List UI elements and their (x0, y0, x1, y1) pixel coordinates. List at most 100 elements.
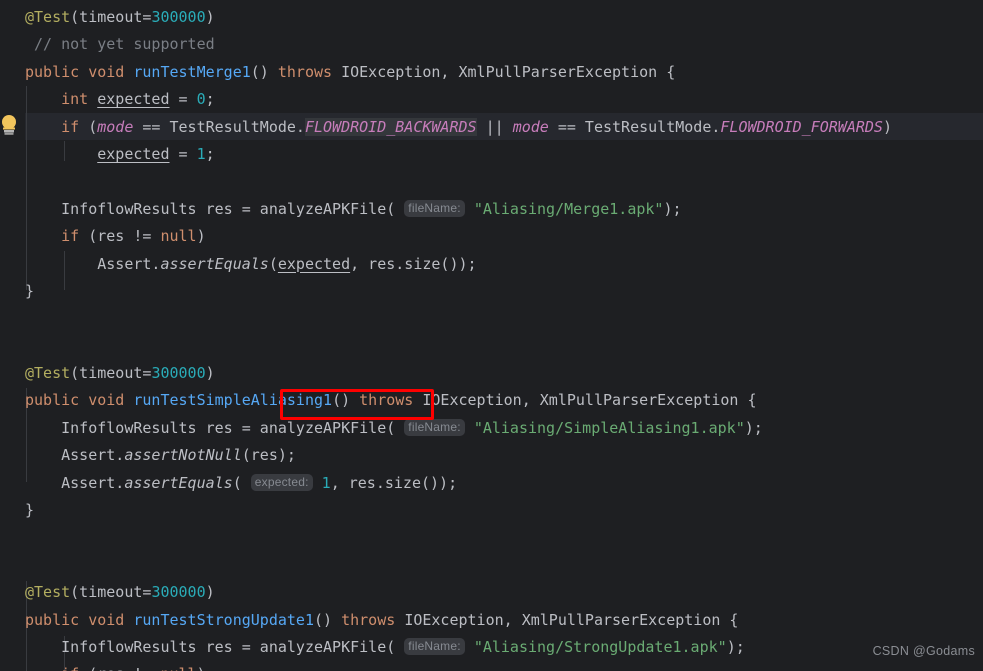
code-token: public void (25, 610, 134, 629)
code-line[interactable]: expected = 1; (25, 141, 983, 168)
code-line[interactable]: Assert.assertNotNull(res); (25, 442, 983, 469)
code-token: "Aliasing/StrongUpdate1.apk" (473, 637, 727, 656)
code-token: ) (882, 117, 892, 136)
code-token: mode (97, 117, 134, 136)
code-token: @Test (25, 8, 71, 26)
code-line[interactable]: if (res != null) (25, 223, 983, 250)
code-token: ) (196, 227, 206, 246)
code-line[interactable]: if (mode == TestResultMode.FLOWDROID_BAC… (25, 114, 983, 141)
code-token: if (61, 117, 80, 136)
code-token: ; (205, 144, 215, 163)
code-token: throws (359, 391, 423, 410)
code-line[interactable] (25, 305, 983, 332)
code-token: (res != (79, 665, 160, 671)
code-token: null (160, 227, 197, 246)
code-token: 1 (196, 144, 206, 163)
code-token: } (25, 501, 35, 520)
code-token: () (314, 610, 342, 629)
code-token: assertEquals (160, 254, 269, 273)
code-token: ( (232, 473, 242, 492)
code-content[interactable]: @Test(timeout=300000) // not yet support… (25, 4, 983, 671)
code-token: Assert. (25, 446, 125, 465)
code-line[interactable]: InfoflowResults res = analyzeAPKFile( fi… (25, 415, 983, 442)
code-token: InfoflowResults res = analyzeAPKFile( (25, 418, 396, 437)
code-token: IOException, XmlPullParserException { (422, 391, 757, 410)
editor-gutter[interactable] (0, 0, 25, 671)
code-token: || (476, 117, 513, 136)
code-line[interactable]: InfoflowResults res = analyzeAPKFile( fi… (25, 196, 983, 223)
highlighted-identifier: FLOWDROID_BACKWARDS (304, 117, 477, 136)
code-token: throws (277, 62, 342, 81)
code-line[interactable]: } (25, 497, 983, 524)
code-token: == TestResultMode. (133, 117, 305, 136)
code-token: (timeout= (70, 364, 152, 383)
code-token: 1 (321, 473, 331, 492)
code-token: (timeout= (70, 8, 152, 26)
code-token: // not yet supported (25, 35, 215, 54)
code-token: if (61, 227, 80, 246)
code-line[interactable]: @Test(timeout=300000) (25, 360, 983, 387)
code-line[interactable]: public void runTestStrongUpdate1() throw… (25, 607, 983, 634)
code-token: ); (744, 418, 763, 437)
code-token: @Test (25, 364, 71, 383)
parameter-hint-chip: fileName: (404, 418, 465, 436)
code-token: expected (97, 90, 170, 109)
code-token: Assert. (25, 254, 161, 273)
code-token: null (160, 665, 196, 671)
code-line[interactable]: public void runTestSimpleAliasing1() thr… (25, 387, 983, 414)
code-line[interactable]: } (25, 278, 983, 305)
code-token: (timeout= (70, 583, 152, 602)
code-line[interactable] (25, 333, 983, 360)
code-line[interactable] (25, 524, 983, 551)
code-token: 0 (196, 90, 206, 109)
code-token: () (332, 391, 360, 410)
lightbulb-icon[interactable] (0, 114, 18, 136)
code-token: FLOWDROID_FORWARDS (720, 117, 883, 136)
code-line[interactable] (25, 168, 983, 195)
code-line[interactable]: @Test(timeout=300000) (25, 4, 983, 31)
code-token: public void (25, 62, 134, 81)
code-line[interactable]: if (res != null) (25, 661, 983, 671)
code-token: , res.size()); (330, 473, 458, 492)
code-token: mode (512, 117, 549, 136)
code-line[interactable]: // not yet supported (25, 31, 983, 58)
code-token: "Aliasing/Merge1.apk" (473, 199, 664, 218)
code-line[interactable] (25, 552, 983, 579)
parameter-hint-chip: expected: (250, 473, 313, 491)
code-line[interactable]: @Test(timeout=300000) (25, 579, 983, 606)
code-token: InfoflowResults res = analyzeAPKFile( (25, 199, 396, 218)
code-token: (res); (241, 446, 296, 465)
code-token: int (61, 90, 89, 109)
code-line[interactable]: InfoflowResults res = analyzeAPKFile( fi… (25, 634, 983, 661)
code-token: IOException, XmlPullParserException { (341, 62, 676, 81)
code-token: runTestMerge1 (133, 62, 251, 81)
code-token: assertEquals (124, 473, 233, 492)
code-token: ); (726, 637, 745, 656)
code-token: = (169, 144, 197, 163)
code-line[interactable]: Assert.assertEquals( expected: 1, res.si… (25, 470, 983, 497)
code-line[interactable]: Assert.assertEquals(expected, res.size()… (25, 251, 983, 278)
code-token: ) (197, 665, 206, 671)
parameter-hint-chip: fileName: (404, 637, 465, 655)
code-line[interactable]: int expected = 0; (25, 86, 983, 113)
code-token: IOException, XmlPullParserException { (404, 610, 739, 629)
code-line[interactable]: public void runTestMerge1() throws IOExc… (25, 59, 983, 86)
code-token: expected (277, 254, 351, 273)
code-token: 300000 (151, 8, 206, 26)
code-token: throws (341, 610, 405, 629)
code-token: 300000 (151, 583, 206, 602)
watermark-text: CSDN @Godams (872, 643, 975, 658)
code-token: 300000 (151, 364, 206, 383)
code-token: ( (268, 254, 278, 273)
